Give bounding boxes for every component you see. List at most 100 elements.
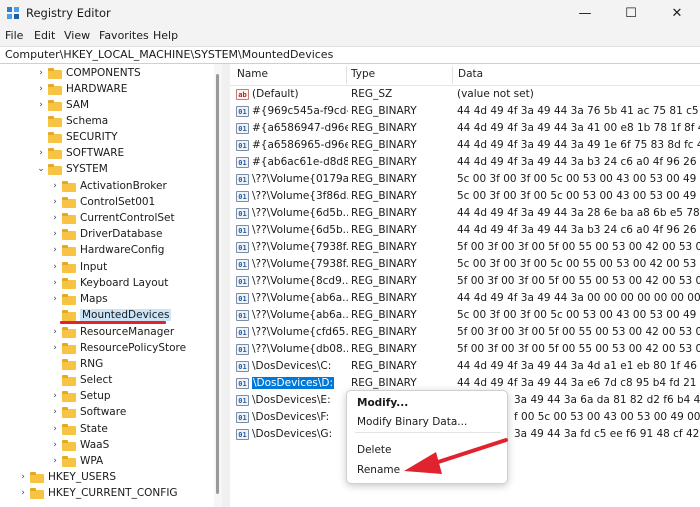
tree-item-label: WPA xyxy=(80,455,104,467)
chevron-right-icon[interactable]: › xyxy=(36,97,46,113)
chevron-right-icon[interactable]: › xyxy=(50,178,60,194)
tree-item-sam[interactable]: › SAM xyxy=(36,97,89,113)
table-row[interactable]: 01 \??\Volume{3f86d... REG_BINARY 5c 00 3f … xyxy=(230,189,700,206)
chevron-right-icon[interactable]: › xyxy=(36,145,46,161)
tree-item-label: RNG xyxy=(80,358,104,370)
chevron-right-icon[interactable]: › xyxy=(50,259,60,275)
tree-item-hardwareconfig[interactable]: › HardwareConfig xyxy=(50,242,164,258)
value-type: REG_BINARY xyxy=(351,258,417,270)
table-row[interactable]: 01 \??\Volume{7938f... REG_BINARY 5f 00 3f … xyxy=(230,240,700,257)
chevron-right-icon[interactable]: › xyxy=(50,242,60,258)
table-row[interactable]: 01 \??\Volume{db08... REG_BINARY 5f 00 3f 0… xyxy=(230,342,700,359)
close-button[interactable]: ✕ xyxy=(654,0,700,26)
maximize-button[interactable]: ☐ xyxy=(608,0,654,26)
chevron-right-icon[interactable]: › xyxy=(50,194,60,210)
tree-item-schema[interactable]: Schema xyxy=(36,113,108,129)
tree-item-activationbroker[interactable]: › ActivationBroker xyxy=(50,178,167,194)
table-row[interactable]: 01#{ab6ac61e-d8d8...REG_BINARY 44 4d 49 4… xyxy=(230,155,700,172)
table-row[interactable]: 01 \??\Volume{6d5b... REG_BINARY 44 4d 49 4… xyxy=(230,223,700,240)
chevron-right-icon[interactable]: › xyxy=(50,275,60,291)
column-divider[interactable] xyxy=(452,66,453,84)
tree-item-maps[interactable]: › Maps xyxy=(50,291,107,307)
chevron-down-icon[interactable]: ⌄ xyxy=(36,161,46,177)
chevron-right-icon[interactable]: › xyxy=(50,437,60,453)
tree-item-system[interactable]: ⌄ SYSTEM xyxy=(36,161,108,177)
table-row[interactable]: 01 \??\Volume{8cd9... REG_BINARY 5f 00 3f 0… xyxy=(230,274,700,291)
table-row[interactable]: 01 \DosDevices\C: REG_BINARY 44 4d 49 4f 3a… xyxy=(230,359,700,376)
chevron-right-icon[interactable]: › xyxy=(50,340,60,356)
column-name-header[interactable]: Name xyxy=(237,68,268,80)
chevron-right-icon[interactable]: › xyxy=(18,469,28,485)
table-row[interactable]: 01\??\Volume{0179a...REG_BINARY 5c 00 3f … xyxy=(230,172,700,189)
table-row[interactable]: 01 \??\Volume{ab6a... REG_BINARY 44 4d 49 4… xyxy=(230,291,700,308)
menu-edit[interactable]: Edit xyxy=(34,29,55,42)
chevron-right-icon[interactable]: › xyxy=(18,485,28,501)
table-row[interactable]: 01 \??\Volume{7938f... REG_BINARY 5c 00 3f … xyxy=(230,257,700,274)
tree-item-software-sub[interactable]: › Software xyxy=(50,404,126,420)
menu-file[interactable]: File xyxy=(5,29,23,42)
pane-splitter[interactable] xyxy=(222,64,230,507)
value-name: \??\Volume{ab6a... xyxy=(252,292,348,304)
chevron-right-icon[interactable]: › xyxy=(50,291,60,307)
column-divider[interactable] xyxy=(346,66,347,84)
tree-item-setup[interactable]: › Setup xyxy=(50,388,110,404)
menu-item-modify[interactable]: Modify... xyxy=(357,397,408,409)
tree-item-state[interactable]: › State xyxy=(50,421,108,437)
chevron-right-icon[interactable]: › xyxy=(50,210,60,226)
value-data: 44 4d 49 4f 3a 49 44 3a b3 24 c6 a0 4f 9… xyxy=(457,224,700,236)
table-row[interactable]: ab (Default) REG_SZ (value not set) xyxy=(230,87,700,104)
tree-item-controlset001[interactable]: › ControlSet001 xyxy=(50,194,155,210)
tree-item-hkey-current-config[interactable]: › HKEY_CURRENT_CONFIG xyxy=(18,485,177,501)
tree-item-components[interactable]: › COMPONENTS xyxy=(36,65,141,81)
menu-item-rename[interactable]: Rename xyxy=(357,464,400,476)
column-type-header[interactable]: Type xyxy=(351,68,375,80)
minimize-button[interactable]: — xyxy=(562,0,608,26)
tree-item-keyboard-layout[interactable]: › Keyboard Layout xyxy=(50,275,168,291)
tree-item-driverdatabase[interactable]: › DriverDatabase xyxy=(50,226,162,242)
column-data-header[interactable]: Data xyxy=(458,68,483,80)
table-row[interactable]: 01 \??\Volume{6d5b... REG_BINARY 44 4d 49 4… xyxy=(230,206,700,223)
tree-item-select[interactable]: Select xyxy=(50,372,112,388)
folder-icon xyxy=(62,261,76,273)
table-row[interactable]: 01#{a6586965-d96e-...REG_BINARY 44 4d 49 … xyxy=(230,138,700,155)
tree-item-security[interactable]: SECURITY xyxy=(36,129,118,145)
value-type: REG_BINARY xyxy=(351,122,417,134)
table-row[interactable]: 01#{969c545a-f9cd-...REG_BINARY 44 4d 49 … xyxy=(230,104,700,121)
tree-item-hardware[interactable]: › HARDWARE xyxy=(36,81,127,97)
chevron-right-icon[interactable]: › xyxy=(50,453,60,469)
value-name: \??\Volume{3f86d... xyxy=(252,190,348,202)
tree-item-label: COMPONENTS xyxy=(66,67,141,79)
chevron-right-icon[interactable]: › xyxy=(36,65,46,81)
tree-item-input[interactable]: › Input xyxy=(50,259,107,275)
chevron-right-icon[interactable]: › xyxy=(50,388,60,404)
tree-item-resourcemanager[interactable]: › ResourceManager xyxy=(50,324,174,340)
menu-item-modify-binary[interactable]: Modify Binary Data... xyxy=(357,416,467,428)
tree-item-resourcepolicystore[interactable]: › ResourcePolicyStore xyxy=(50,340,186,356)
menu-view[interactable]: View xyxy=(64,29,90,42)
chevron-right-icon[interactable]: › xyxy=(50,421,60,437)
chevron-slot xyxy=(50,307,60,323)
chevron-right-icon[interactable]: › xyxy=(50,226,60,242)
tree-item-waas[interactable]: › WaaS xyxy=(50,437,109,453)
menu-help[interactable]: Help xyxy=(153,29,178,42)
tree-item-rng[interactable]: RNG xyxy=(50,356,103,372)
menu-item-delete[interactable]: Delete xyxy=(357,444,392,456)
table-row[interactable]: 01 \??\Volume{ab6a... REG_BINARY 5c 00 3f 0… xyxy=(230,308,700,325)
scrollbar-thumb[interactable] xyxy=(216,74,219,494)
table-row[interactable]: 01#{a6586947-d96e-...REG_BINARY 44 4d 49 … xyxy=(230,121,700,138)
menu-favorites[interactable]: Favorites xyxy=(99,29,149,42)
reg-binary-icon: 01 xyxy=(236,343,249,355)
tree-item-software[interactable]: › SOFTWARE xyxy=(36,145,124,161)
context-menu: Modify... Modify Binary Data... Delete R… xyxy=(346,390,508,484)
chevron-right-icon[interactable]: › xyxy=(50,324,60,340)
value-name: \??\Volume{6d5b... xyxy=(252,224,348,236)
chevron-right-icon[interactable]: › xyxy=(36,81,46,97)
value-data: 44 4d 49 4f 3a 49 44 3a 28 6e ba a8 6b e… xyxy=(457,207,700,219)
tree-item-wpa[interactable]: › WPA xyxy=(50,453,103,469)
table-row[interactable]: 01 \??\Volume{cfd65... REG_BINARY 5f 00 3f … xyxy=(230,325,700,342)
address-bar[interactable]: Computer\HKEY_LOCAL_MACHINE\SYSTEM\Mount… xyxy=(0,46,700,64)
tree-scrollbar[interactable] xyxy=(214,64,222,507)
tree-item-currentcontrolset[interactable]: › CurrentControlSet xyxy=(50,210,174,226)
tree-item-hkey-users[interactable]: › HKEY_USERS xyxy=(18,469,116,485)
chevron-right-icon[interactable]: › xyxy=(50,404,60,420)
